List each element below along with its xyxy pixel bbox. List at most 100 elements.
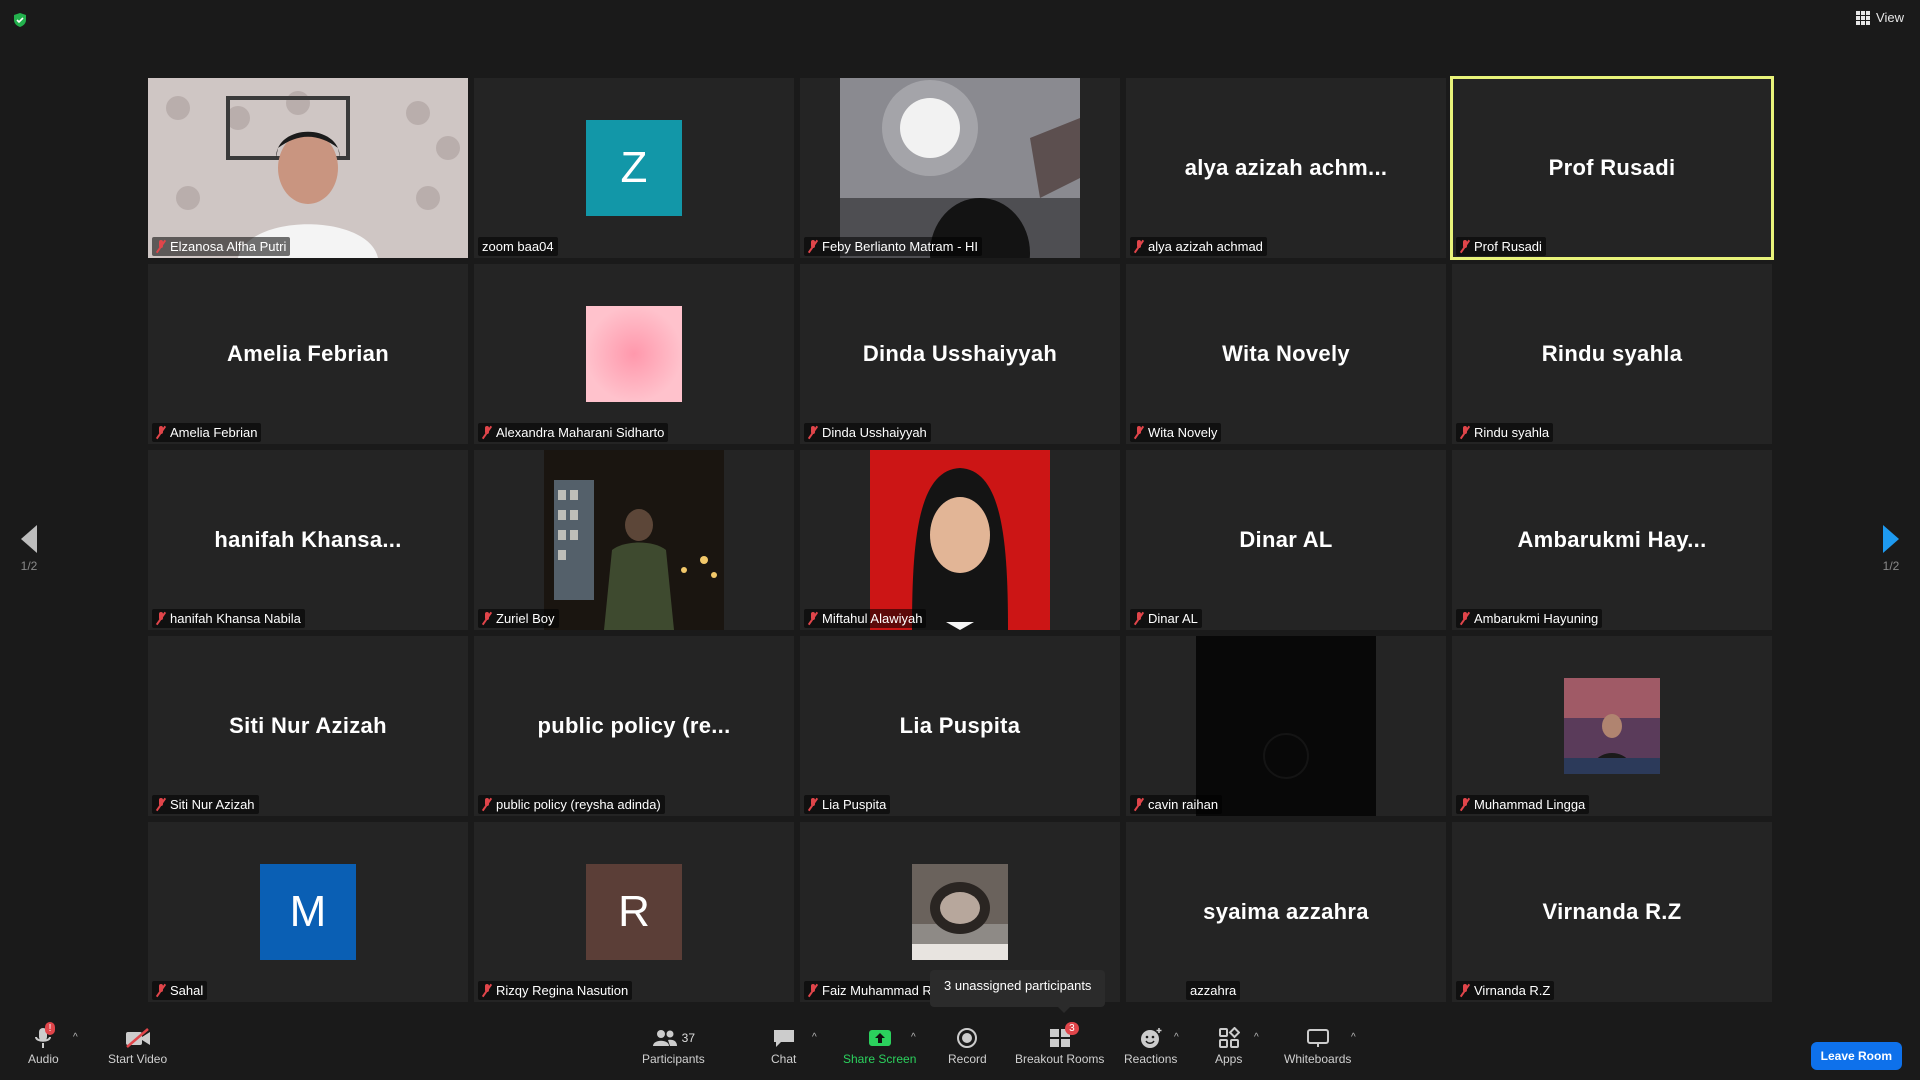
reactions-options-caret[interactable]: ^ (1174, 1032, 1179, 1043)
mic-muted-icon (808, 984, 818, 997)
participant-tile[interactable]: Virnanda R.Z Virnanda R.Z (1452, 822, 1772, 1002)
audio-label: Audio (28, 1052, 59, 1066)
participant-name: Prof Rusadi (1474, 239, 1542, 254)
participant-name-label: Feby Berlianto Matram - HI (804, 237, 983, 256)
audio-warning-badge: ! (44, 1022, 56, 1035)
share-screen-button[interactable]: Share Screen (843, 1024, 916, 1066)
participant-name-label: Miftahul Alawiyah (804, 609, 927, 628)
participant-tile[interactable]: Elzanosa Alfha Putri (148, 78, 468, 258)
apps-options-caret[interactable]: ^ (1254, 1032, 1259, 1043)
participant-name: Rindu syahla (1474, 425, 1550, 440)
participant-name: public policy (reysha adinda) (496, 797, 661, 812)
participant-tile[interactable]: Z zoom baa04 (474, 78, 794, 258)
participant-name-label: alya azizah achmad (1130, 237, 1267, 256)
participant-name: Elzanosa Alfha Putri (170, 239, 287, 254)
participant-tile[interactable]: Dinar AL Dinar AL (1126, 450, 1446, 630)
participant-tile[interactable]: Feby Berlianto Matram - HI (800, 78, 1120, 258)
participant-name: Amelia Febrian (170, 425, 258, 440)
participant-tile[interactable]: syaima azzahra azzahra (1126, 822, 1446, 1002)
participant-tile[interactable]: Alexandra Maharani Sidharto (474, 264, 794, 444)
participant-name-label: Rizqy Regina Nasution (478, 981, 633, 1000)
participant-name: Ambarukmi Hayuning (1474, 611, 1599, 626)
mic-muted-icon (808, 426, 818, 439)
record-icon (957, 1028, 978, 1048)
participant-tile[interactable]: cavin raihan (1126, 636, 1446, 816)
participant-name: Miftahul Alawiyah (822, 611, 923, 626)
mic-muted-icon (1460, 240, 1470, 253)
audio-options-caret[interactable]: ^ (73, 1032, 78, 1043)
mic-muted-icon (1460, 798, 1470, 811)
participant-tile[interactable]: Lia Puspita Lia Puspita (800, 636, 1120, 816)
mic-muted-icon (1460, 984, 1470, 997)
reactions-button[interactable]: Reactions (1124, 1024, 1177, 1066)
apps-label: Apps (1215, 1052, 1243, 1066)
mic-muted-icon (482, 984, 492, 997)
mic-muted-icon (808, 798, 818, 811)
mic-muted-icon (156, 984, 166, 997)
next-page-button[interactable]: 1/2 (1871, 525, 1911, 573)
breakout-rooms-button[interactable]: 3 Breakout Rooms (1015, 1022, 1105, 1066)
mic-muted-icon (1134, 798, 1144, 811)
participant-name-label: zoom baa04 (478, 237, 558, 256)
participant-name: Siti Nur Azizah (170, 797, 255, 812)
participant-display-name: Amelia Febrian (227, 341, 389, 366)
participant-name-label: cavin raihan (1130, 795, 1223, 814)
participant-tile[interactable]: Wita Novely Wita Novely (1126, 264, 1446, 444)
apps-button[interactable]: Apps (1215, 1024, 1242, 1066)
participant-tile[interactable]: alya azizah achm... alya azizah achmad (1126, 78, 1446, 258)
page-count-right: 1/2 (1882, 559, 1900, 573)
participant-tile[interactable]: Siti Nur Azizah Siti Nur Azizah (148, 636, 468, 816)
participant-tile[interactable]: Ambarukmi Hay... Ambarukmi Hayuning (1452, 450, 1772, 630)
participant-tile[interactable]: public policy (re... public policy (reys… (474, 636, 794, 816)
participant-tile[interactable]: Amelia Febrian Amelia Febrian (148, 264, 468, 444)
chat-button[interactable]: Chat (771, 1024, 796, 1066)
whiteboards-label: Whiteboards (1284, 1052, 1352, 1066)
participant-name-label: Siti Nur Azizah (152, 795, 259, 814)
participant-name-label: Alexandra Maharani Sidharto (478, 423, 669, 442)
audio-button[interactable]: ! Audio (28, 1022, 59, 1066)
mic-muted-icon (156, 798, 166, 811)
participant-tile[interactable]: Muhammad Lingga (1452, 636, 1772, 816)
participant-display-name: alya azizah achm... (1184, 155, 1388, 180)
breakout-rooms-badge: 3 (1065, 1022, 1079, 1035)
participant-tile[interactable]: Miftahul Alawiyah (800, 450, 1120, 630)
participant-tile[interactable]: Zuriel Boy (474, 450, 794, 630)
record-button[interactable]: Record (948, 1024, 987, 1066)
mic-muted-icon (1134, 426, 1144, 439)
mic-muted-icon (808, 240, 818, 253)
breakout-rooms-label: Breakout Rooms (1015, 1052, 1105, 1066)
encryption-shield-icon[interactable] (12, 12, 28, 28)
participant-tile[interactable]: Rindu syahla Rindu syahla (1452, 264, 1772, 444)
participant-tile[interactable]: R Rizqy Regina Nasution (474, 822, 794, 1002)
participant-name-label: Sahal (152, 981, 208, 1000)
whiteboards-button[interactable]: Whiteboards (1284, 1024, 1351, 1066)
leave-room-button[interactable]: Leave Room (1810, 1042, 1902, 1070)
profile-picture (912, 864, 1008, 960)
reactions-label: Reactions (1124, 1052, 1178, 1066)
view-button[interactable]: View (1856, 10, 1904, 25)
participant-tile[interactable]: hanifah Khansa... hanifah Khansa Nabila (148, 450, 468, 630)
participant-display-name: Wita Novely (1222, 341, 1350, 366)
whiteboards-options-caret[interactable]: ^ (1351, 1032, 1356, 1043)
participant-tile-active-speaker[interactable]: Prof Rusadi Prof Rusadi (1450, 76, 1774, 260)
participant-display-name: Ambarukmi Hay... (1517, 527, 1707, 552)
previous-page-button[interactable]: 1/2 (9, 525, 49, 573)
participants-count: 37 (681, 1031, 696, 1045)
participant-name-label: Elzanosa Alfha Putri (152, 237, 291, 256)
participant-display-name: hanifah Khansa... (214, 527, 402, 552)
mic-muted-icon (1134, 612, 1144, 625)
participants-button[interactable]: 37 Participants (642, 1024, 705, 1066)
share-options-caret[interactable]: ^ (911, 1032, 916, 1043)
participant-name: cavin raihan (1148, 797, 1219, 812)
participant-name-label: Ambarukmi Hayuning (1456, 609, 1603, 628)
participant-tile[interactable]: M Sahal (148, 822, 468, 1002)
participant-name-label: Rindu syahla (1456, 423, 1554, 442)
profile-picture (586, 306, 682, 402)
participant-display-name: syaima azzahra (1203, 899, 1369, 924)
participant-name: Zuriel Boy (496, 611, 555, 626)
chat-options-caret[interactable]: ^ (812, 1032, 817, 1043)
participant-tile[interactable]: Dinda Usshaiyyah Dinda Usshaiyyah (800, 264, 1120, 444)
view-label: View (1876, 10, 1904, 25)
start-video-button[interactable]: Start Video (108, 1024, 167, 1066)
meeting-toolbar: ! Audio ^ Start Video 37 Participants Ch… (0, 1018, 1920, 1080)
